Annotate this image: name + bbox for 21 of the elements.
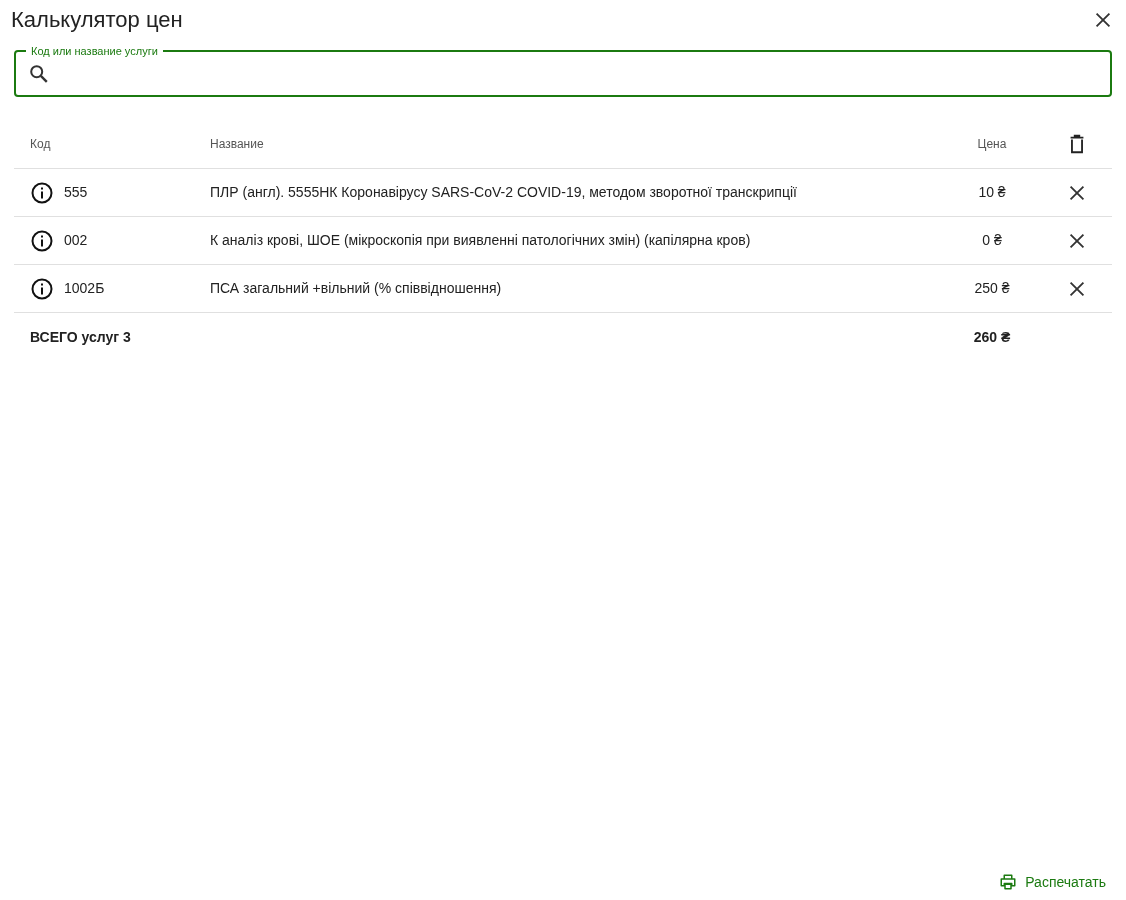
code-cell-text: 002 [64, 231, 88, 250]
print-button[interactable]: Распечатать [991, 868, 1114, 896]
search-icon [28, 62, 50, 85]
printer-icon [999, 873, 1018, 891]
price-cell-text: 0 ₴ [981, 231, 1003, 250]
total-price: 260 ₴ [972, 327, 1012, 347]
price-cell-text: 10 ₴ [977, 183, 1007, 202]
name-cell-text: ПЛР (англ). 5555НК Коронавірусу SARS-CoV-2 COVID-19, методом зворотної транскрипції [210, 183, 798, 202]
dialog-title: Калькулятор цен [11, 6, 183, 34]
price-cell-text: 250 ₴ [973, 279, 1011, 298]
column-header: Код [29, 135, 52, 153]
name-cell-text: К аналіз крові, ШОЕ (мікроскопія при виявленні патологічних змін) (капілярна кров) [210, 231, 752, 250]
info-icon[interactable] [30, 276, 54, 301]
code-cell-text: 555 [64, 183, 88, 202]
total-label: ВСЕГО услуг 3 [29, 327, 132, 347]
column-header: Цена [976, 135, 1008, 153]
info-icon[interactable] [30, 228, 54, 253]
name-cell-text: ПСА загальний +вільний (% співвідношення) [210, 279, 503, 298]
code-cell-text: 1002Б [64, 279, 105, 298]
column-header: Название [210, 135, 265, 153]
info-icon[interactable] [30, 180, 54, 205]
